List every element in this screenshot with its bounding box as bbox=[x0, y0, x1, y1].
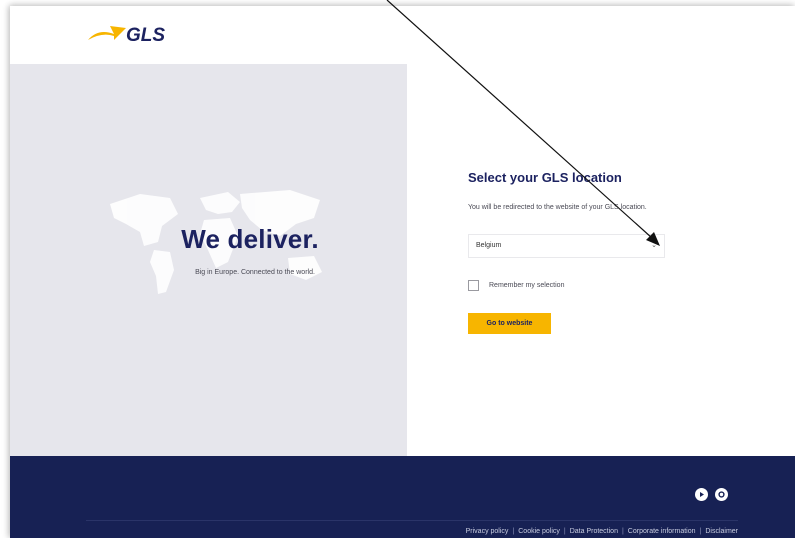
site-header: GLS bbox=[10, 6, 795, 64]
footer-link-data-protection[interactable]: Data Protection bbox=[570, 528, 618, 535]
logo-text: GLS bbox=[126, 25, 165, 46]
hero-subtitle: Big in Europe. Connected to the world. bbox=[195, 269, 315, 276]
hero-section: We deliver. Big in Europe. Connected to … bbox=[10, 64, 407, 456]
footer-separator: | bbox=[621, 528, 624, 535]
footer-links: Privacy policy | Cookie policy | Data Protec… bbox=[466, 528, 738, 535]
country-select[interactable]: Belgium ⌄ bbox=[468, 234, 665, 258]
remember-label[interactable]: Remember my selection bbox=[489, 282, 564, 289]
location-title: Select your GLS location bbox=[468, 170, 622, 185]
footer-separator: | bbox=[699, 528, 702, 535]
location-panel: Select your GLS location You will be red… bbox=[407, 64, 795, 456]
footer-separator: | bbox=[512, 528, 515, 535]
instagram-icon[interactable] bbox=[715, 488, 728, 501]
footer-link-disclaimer[interactable]: Disclaimer bbox=[705, 528, 738, 535]
gls-logo[interactable]: GLS bbox=[86, 22, 186, 46]
footer-link-cookie-policy[interactable]: Cookie policy bbox=[518, 528, 560, 535]
youtube-icon[interactable] bbox=[695, 488, 708, 501]
footer-divider bbox=[86, 520, 738, 521]
browser-frame: GLS We deliver. Big in Europe. Connected… bbox=[10, 6, 795, 538]
hero-title: We deliver. bbox=[181, 224, 319, 254]
site-footer: Privacy policy | Cookie policy | Data Protec… bbox=[10, 456, 795, 538]
footer-separator: | bbox=[563, 528, 566, 535]
footer-link-corporate-information[interactable]: Corporate information bbox=[628, 528, 696, 535]
location-description: You will be redirected to the website of… bbox=[468, 204, 647, 211]
remember-checkbox[interactable] bbox=[468, 280, 479, 291]
footer-link-privacy-policy[interactable]: Privacy policy bbox=[466, 528, 509, 535]
go-to-website-button[interactable]: Go to website bbox=[468, 313, 551, 334]
country-select-value: Belgium bbox=[476, 242, 502, 249]
chevron-down-icon: ⌄ bbox=[651, 242, 657, 249]
